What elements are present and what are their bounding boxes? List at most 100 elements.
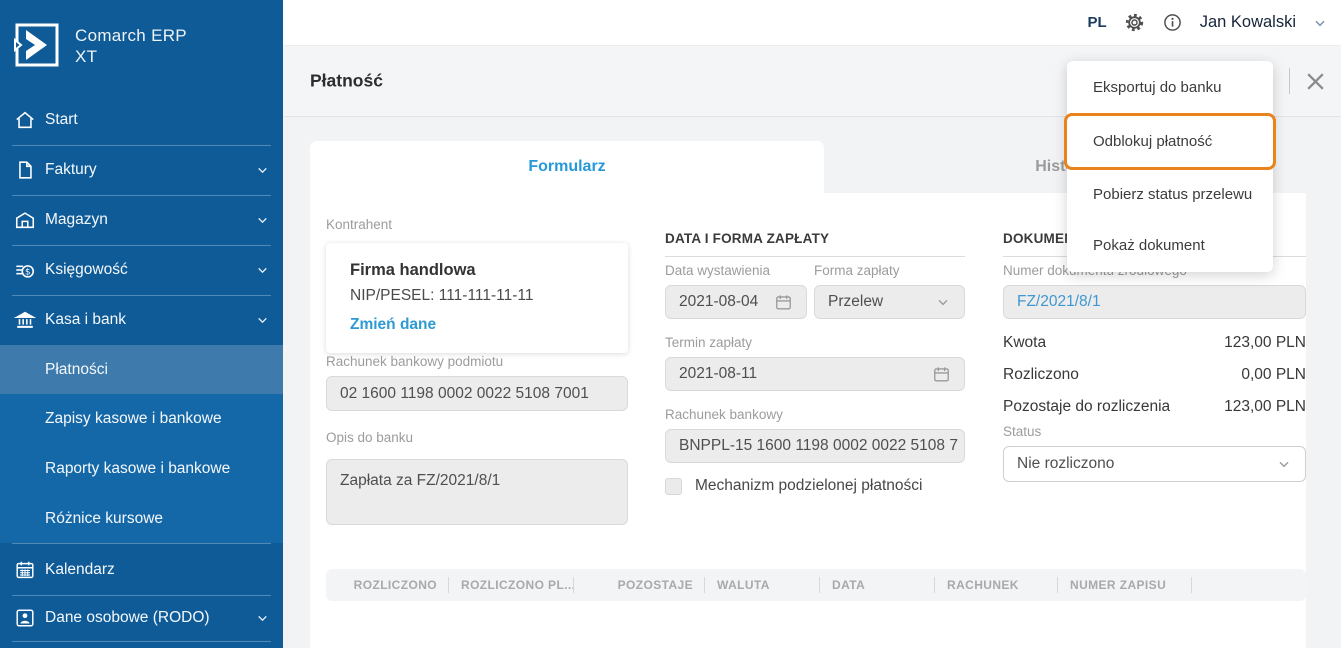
- kontrahent-nip: NIP/PESEL: 111-111-11-11: [350, 287, 604, 305]
- sidebar: Comarch ERP XT Start Faktury Magazyn: [0, 0, 283, 648]
- sidebar-item-roznice-kursowe[interactable]: Różnice kursowe: [0, 494, 283, 543]
- pozostaje-value: 123,00 PLN: [1224, 398, 1306, 416]
- home-icon: [14, 109, 36, 131]
- kontrahent-card: Firma handlowa NIP/PESEL: 111-111-11-11 …: [326, 243, 628, 353]
- sidebar-item-label: Kalendarz: [45, 561, 115, 579]
- app-name-line2: XT: [75, 46, 187, 67]
- sidebar-item-label: Księgowość: [45, 261, 128, 279]
- sidebar-divider: [12, 641, 271, 642]
- termin-zaplaty-value: 2021-08-11: [679, 365, 757, 383]
- tab-formularz[interactable]: Formularz: [310, 141, 824, 193]
- sidebar-item-start[interactable]: Start: [0, 95, 283, 145]
- dokument-row-rozliczono: Rozliczono 0,00 PLN: [1003, 363, 1306, 387]
- column-header-data[interactable]: DATA: [820, 569, 935, 601]
- sidebar-item-faktury[interactable]: Faktury: [0, 145, 283, 195]
- app-name: Comarch ERP XT: [75, 21, 187, 67]
- comarch-logo-icon: [13, 21, 61, 69]
- split-payment-label: Mechanizm podzielonej płatności: [695, 477, 922, 495]
- kwota-value: 123,00 PLN: [1224, 334, 1306, 352]
- forma-zaplaty-select[interactable]: Przelew: [814, 285, 965, 319]
- app-name-line1: Comarch ERP: [75, 25, 187, 46]
- kontrahent-name: Firma handlowa: [350, 261, 604, 280]
- svg-text:$: $: [25, 268, 31, 278]
- column-header-empty: [1192, 569, 1306, 601]
- chevron-down-icon: [935, 294, 951, 310]
- sidebar-item-ksiegowosc[interactable]: $ Księgowość: [0, 245, 283, 295]
- calendar-icon: [14, 559, 36, 581]
- sidebar-item-kalendarz[interactable]: Kalendarz: [0, 545, 283, 595]
- close-icon[interactable]: [1304, 70, 1327, 93]
- menu-item-eksportuj-do-banku[interactable]: Eksportuj do banku: [1067, 62, 1273, 113]
- change-data-link[interactable]: Zmień dane: [350, 316, 436, 334]
- language-selector[interactable]: PL: [1088, 14, 1107, 31]
- menu-item-pokaz-dokument[interactable]: Pokaż dokument: [1067, 220, 1273, 271]
- section-data-i-forma-zaplaty: DATA I FORMA ZAPŁATY: [665, 231, 965, 257]
- calendar-picker-icon[interactable]: [774, 293, 793, 312]
- settlements-table-header: ROZLICZONO ROZLICZONO PL... POZOSTAJE WA…: [326, 569, 1306, 601]
- termin-zaplaty-field[interactable]: 2021-08-11: [665, 357, 965, 391]
- numer-dokumentu-link[interactable]: FZ/2021/8/1: [1003, 285, 1306, 319]
- sidebar-item-platnosci[interactable]: Płatności: [0, 345, 283, 394]
- column-header-numer-zapisu[interactable]: NUMER ZAPISU: [1058, 569, 1192, 601]
- column-header-waluta[interactable]: WALUTA: [705, 569, 820, 601]
- user-menu[interactable]: Jan Kowalski: [1200, 13, 1296, 32]
- chevron-down-icon: [256, 164, 269, 177]
- sidebar-item-dane-osobowe[interactable]: Dane osobowe (RODO): [0, 595, 283, 641]
- opis-do-banku-label: Opis do banku: [326, 430, 413, 445]
- sidebar-item-magazyn[interactable]: Magazyn: [0, 195, 283, 245]
- sidebar-item-kasa-i-bank[interactable]: Kasa i bank: [0, 295, 283, 345]
- sidebar-item-raporty-kasowe[interactable]: Raporty kasowe i bankowe: [0, 444, 283, 494]
- rozliczono-label: Rozliczono: [1003, 366, 1079, 384]
- chevron-down-icon: [256, 214, 269, 227]
- app-logo[interactable]: Comarch ERP XT: [13, 21, 187, 69]
- sidebar-item-label: Płatności: [45, 361, 108, 379]
- status-select[interactable]: Nie rozliczono: [1003, 446, 1306, 482]
- data-wystawienia-field[interactable]: 2021-08-04: [665, 285, 807, 319]
- opis-do-banku-textarea[interactable]: Zapłata za FZ/2021/8/1: [326, 459, 628, 525]
- rachunek-bankowy-value: BNPPL-15 1600 1198 0002 0022 5108 7: [679, 437, 958, 455]
- rachunek-podmiotu-input[interactable]: 02 1600 1198 0002 0022 5108 7001: [326, 376, 628, 411]
- status-value: Nie rozliczono: [1017, 455, 1114, 473]
- sidebar-item-label: Zapisy kasowe i bankowe: [45, 410, 222, 428]
- settings-gear-icon[interactable]: [1124, 12, 1145, 33]
- payment-context-menu: Eksportuj do banku Odblokuj płatność Pob…: [1067, 61, 1273, 272]
- chevron-down-icon: [1276, 456, 1292, 472]
- sidebar-item-label: Start: [45, 111, 78, 129]
- menu-item-pobierz-status-przelewu[interactable]: Pobierz status przelewu: [1067, 170, 1273, 221]
- sidebar-divider: [12, 543, 271, 544]
- dokument-row-pozostaje: Pozostaje do rozliczenia 123,00 PLN: [1003, 395, 1306, 419]
- info-icon[interactable]: [1162, 12, 1183, 33]
- numer-dokumentu-value: FZ/2021/8/1: [1017, 293, 1101, 311]
- chevron-down-icon: [256, 612, 269, 625]
- data-wystawienia-value: 2021-08-04: [679, 293, 758, 311]
- rachunek-bankowy-label: Rachunek bankowy: [665, 407, 783, 422]
- sidebar-item-label: Magazyn: [45, 211, 108, 229]
- menu-item-odblokuj-platnosc[interactable]: Odblokuj płatność: [1064, 113, 1276, 170]
- pozostaje-label: Pozostaje do rozliczenia: [1003, 398, 1170, 416]
- accounting-icon: $: [14, 259, 36, 281]
- header-divider: [1289, 68, 1290, 94]
- bank-icon: [14, 309, 36, 331]
- sidebar-item-zapisy-kasowe[interactable]: Zapisy kasowe i bankowe: [0, 394, 283, 444]
- column-header-rozliczono-pl[interactable]: ROZLICZONO PL...: [449, 569, 574, 601]
- user-chevron-down-icon[interactable]: [1313, 16, 1327, 30]
- split-payment-row: Mechanizm podzielonej płatności: [665, 477, 922, 495]
- calendar-picker-icon[interactable]: [932, 365, 951, 384]
- sidebar-item-label: Dane osobowe (RODO): [45, 609, 210, 627]
- sidebar-item-label: Kasa i bank: [45, 311, 126, 329]
- kontrahent-label: Kontrahent: [326, 217, 392, 232]
- column-header-pozostaje[interactable]: POZOSTAJE: [574, 569, 705, 601]
- warehouse-icon: [14, 209, 36, 231]
- data-wystawienia-label: Data wystawienia: [665, 263, 770, 278]
- column-header-rozliczono[interactable]: ROZLICZONO: [326, 569, 449, 601]
- rachunek-bankowy-input[interactable]: BNPPL-15 1600 1198 0002 0022 5108 7: [665, 429, 965, 463]
- split-payment-checkbox[interactable]: [665, 478, 682, 495]
- column-header-rachunek[interactable]: RACHUNEK: [935, 569, 1058, 601]
- forma-zaplaty-value: Przelew: [828, 293, 883, 311]
- opis-do-banku-value: Zapłata za FZ/2021/8/1: [340, 472, 500, 489]
- sidebar-item-label: Różnice kursowe: [45, 510, 163, 528]
- rachunek-podmiotu-label: Rachunek bankowy podmiotu: [326, 354, 503, 369]
- rozliczono-value: 0,00 PLN: [1241, 366, 1306, 384]
- chevron-down-icon: [256, 264, 269, 277]
- forma-zaplaty-label: Forma zapłaty: [814, 263, 900, 278]
